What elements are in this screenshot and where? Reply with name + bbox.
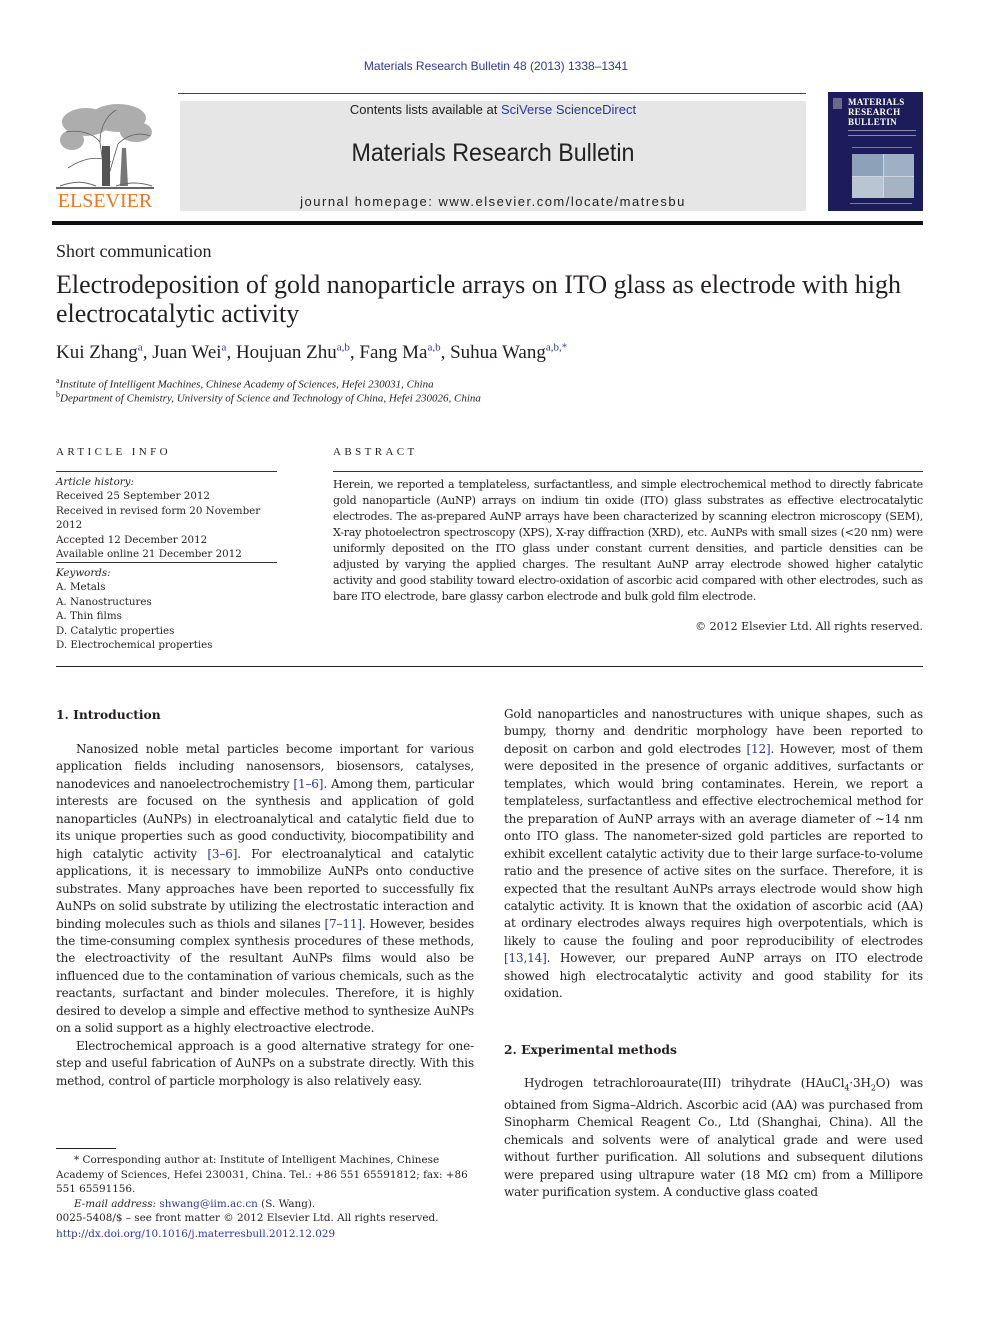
author-affil-ref[interactable]: a,b,* (546, 342, 567, 354)
author[interactable]: Houjuan Zhua,b, (236, 342, 359, 363)
paragraph: Hydrogen tetrachloroaurate(III) trihydra… (504, 1076, 923, 1200)
corresponding-author: * Corresponding author at: Institute of … (56, 1154, 468, 1195)
paragraph: Gold nanoparticles and nanostructures wi… (504, 707, 923, 1001)
doi-link[interactable]: http://dx.doi.org/10.1016/j.materresbull… (56, 1228, 335, 1240)
author[interactable]: Fang Maa,b, (359, 342, 450, 363)
article-history: Article history: Received 25 September 2… (56, 475, 281, 561)
journal-name: Materials Research Bulletin (351, 139, 635, 167)
cover-title-line: RESEARCH (848, 107, 901, 117)
email-line: E-mail address: shwang@iim.ac.cn (S. Wan… (74, 1197, 316, 1210)
keyword: A. Thin films (56, 610, 122, 623)
affiliation: aInstitute of Intelligent Machines, Chin… (56, 376, 434, 391)
front-matter: 0025-5408/$ – see front matter © 2012 El… (56, 1211, 486, 1242)
abstract-text: Herein, we reported a templateless, surf… (333, 478, 923, 603)
journal-homepage[interactable]: journal homepage: www.elsevier.com/locat… (180, 194, 806, 209)
abstract-copyright: © 2012 Elsevier Ltd. All rights reserved… (695, 620, 923, 633)
author-affil-ref[interactable]: a,b (337, 342, 350, 354)
contents-line: Contents lists available at SciVerse Sci… (180, 102, 806, 117)
cover-divider (852, 147, 912, 148)
cover-title-line: MATERIALS (848, 97, 905, 107)
keyword: A. Metals (56, 581, 106, 594)
section-heading-introduction: 1. Introduction (56, 707, 161, 722)
journal-citation[interactable]: Materials Research Bulletin 48 (2013) 13… (0, 59, 992, 73)
citation-link[interactable]: [7–11] (325, 917, 363, 931)
citation-link[interactable]: [3–6] (207, 847, 237, 861)
citation-link[interactable]: [13,14] (504, 951, 547, 965)
author[interactable]: Juan Weia, (152, 342, 236, 363)
keyword: D. Catalytic properties (56, 624, 175, 637)
abstract-label: ABSTRACT (333, 446, 418, 458)
author-affil-ref[interactable]: a,b (427, 342, 440, 354)
cover-logo-icon (833, 98, 842, 109)
cover-title: MATERIALS RESEARCH BULLETIN (848, 97, 905, 127)
citation-link[interactable]: [12] (746, 742, 770, 756)
abstract-rule (333, 471, 923, 472)
body-column-left: Nanosized noble metal particles become i… (56, 741, 474, 1090)
cover-subtitle (848, 130, 916, 136)
history-item: Available online 21 December 2012 (56, 548, 242, 561)
footnote-rule (56, 1148, 116, 1149)
paragraph: Nanosized noble metal particles become i… (56, 742, 474, 1036)
elsevier-logo[interactable]: ELSEVIER (52, 100, 158, 212)
elsevier-wordmark: ELSEVIER (57, 190, 153, 212)
corresponding-author-footnote: * Corresponding author at: Institute of … (56, 1153, 476, 1211)
section-heading-experimental: 2. Experimental methods (504, 1042, 677, 1057)
keywords: Keywords: A. Metals A. Nanostructures A.… (56, 566, 281, 652)
contents-prefix: Contents lists available at (349, 102, 501, 117)
keyword: A. Nanostructures (56, 595, 152, 608)
journal-banner: Contents lists available at SciVerse Sci… (180, 101, 806, 211)
keywords-rule (56, 562, 277, 563)
body-column-right: Gold nanoparticles and nanostructures wi… (504, 706, 923, 1003)
article-type: Short communication (56, 241, 212, 261)
methods-column: Hydrogen tetrachloroaurate(III) trihydra… (504, 1075, 923, 1202)
history-item: Received in revised form 20 November 201… (56, 504, 261, 532)
citation-link[interactable]: [1–6] (293, 777, 323, 791)
history-item: Accepted 12 December 2012 (56, 533, 208, 546)
history-label: Article history: (56, 476, 134, 488)
tree-icon (56, 104, 154, 189)
cover-footer (850, 203, 912, 204)
article-info-rule (56, 471, 277, 472)
email-link[interactable]: shwang@iim.ac.cn (159, 1198, 257, 1210)
article-info-label: ARTICLE INFO (56, 446, 171, 458)
header-thick-rule (52, 221, 923, 225)
author[interactable]: Kui Zhanga, (56, 342, 152, 363)
abstract-end-rule (56, 666, 923, 667)
cover-title-line: BULLETIN (848, 117, 897, 127)
issn-line: 0025-5408/$ – see front matter © 2012 El… (56, 1212, 439, 1224)
article-title: Electrodeposition of gold nanoparticle a… (56, 270, 901, 328)
cover-micrographs (852, 154, 914, 198)
history-item: Received 25 September 2012 (56, 490, 210, 503)
paragraph: Electrochemical approach is a good alter… (56, 1038, 474, 1088)
author-list: Kui Zhanga, Juan Weia, Houjuan Zhua,b, F… (56, 342, 567, 364)
author[interactable]: Suhua Wanga,b,* (450, 342, 567, 363)
keywords-label: Keywords: (56, 567, 111, 579)
sciencedirect-link[interactable]: SciVerse ScienceDirect (501, 102, 636, 117)
affiliation: bDepartment of Chemistry, University of … (56, 390, 481, 405)
journal-cover[interactable]: MATERIALS RESEARCH BULLETIN (828, 92, 923, 211)
header-rule (178, 93, 806, 94)
keyword: D. Electrochemical properties (56, 639, 213, 652)
